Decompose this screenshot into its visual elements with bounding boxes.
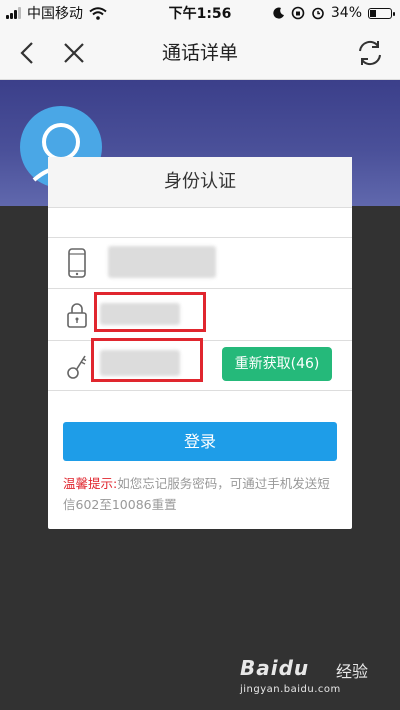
password-row [48, 289, 352, 341]
phone-row [48, 238, 352, 289]
watermark-suffix: 经验 [336, 662, 369, 681]
page-title: 通话详单 [161, 42, 238, 64]
nav-bar: 通话详单 [0, 26, 400, 80]
battery-icon [368, 7, 395, 19]
key-icon [67, 355, 87, 379]
tip-text: 温馨提示:如您忘记服务密码，可通过手机发送短信602至10086重置 [63, 473, 339, 515]
battery-fill [370, 9, 377, 17]
alarm-icon [312, 7, 324, 20]
watermark-brand: Baidu [240, 656, 310, 680]
battery-percent: 34% [330, 5, 362, 21]
baidu-jingyan-watermark: Baidu 经验 jingyan.baidu.com [240, 656, 380, 700]
carrier-name: 中国移动 [27, 6, 83, 22]
status-right: 34% [273, 5, 395, 21]
highlight-box-password [94, 292, 206, 332]
phone-icon [68, 248, 86, 278]
wifi-icon [89, 6, 107, 20]
refresh-icon[interactable] [354, 37, 386, 69]
orientation-lock-icon [291, 6, 305, 20]
lock-icon [67, 303, 87, 328]
card-title: 身份认证 [48, 157, 352, 208]
moon-icon [273, 7, 284, 19]
tip-label: 温馨提示: [63, 476, 118, 491]
auth-card: 身份认证 重新获取(46) 登录 温馨提示:如您忘记服务密码，可通过手机发送短信… [48, 157, 352, 529]
spacer-row [48, 207, 352, 238]
status-left: 中国移动 [6, 3, 107, 23]
signal-icon [6, 7, 21, 19]
phone-number-input[interactable] [108, 246, 216, 278]
watermark-url: jingyan.baidu.com [240, 684, 341, 695]
login-button[interactable]: 登录 [63, 422, 337, 461]
highlight-box-code [91, 338, 203, 382]
resend-code-button[interactable]: 重新获取(46) [222, 347, 332, 381]
status-bar: 中国移动 下午1:56 34% [0, 0, 400, 26]
